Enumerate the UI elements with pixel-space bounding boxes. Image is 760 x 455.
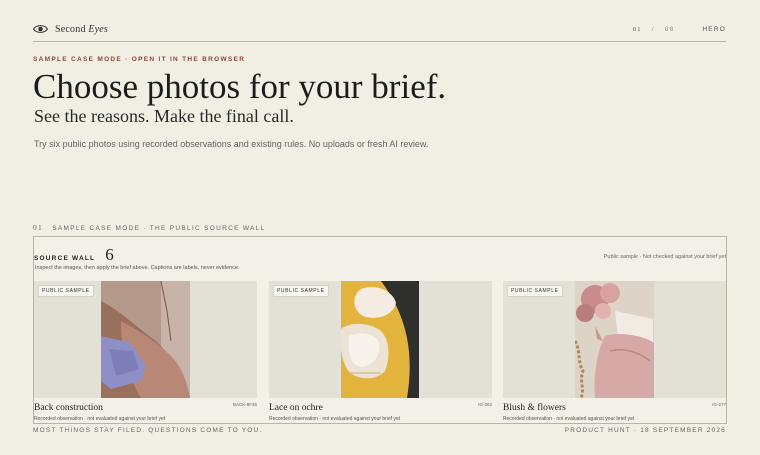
brand-logo[interactable]: Second Eyes — [33, 24, 108, 35]
photo-frame[interactable]: PUBLIC SAMPLE — [34, 281, 257, 398]
section-label: 01 SAMPLE CASE MODE · THE PUBLIC SOURCE … — [33, 223, 266, 232]
top-bar: Second Eyes 01 / 08 HERO — [33, 20, 726, 42]
source-wall: SOURCE WALL 6 Public sample · Not checke… — [33, 236, 727, 424]
brand-name: Second Eyes — [55, 24, 108, 35]
source-wall-count: 6 — [105, 245, 114, 264]
public-sample-badge: PUBLIC SAMPLE — [38, 285, 94, 297]
source-wall-subtitle: Inspect the images, then apply the brief… — [35, 265, 240, 271]
photo-card[interactable]: PUBLIC SAMPLE BACK-8F35 Back constructio… — [34, 281, 257, 422]
slide-total: 08 — [664, 25, 675, 33]
photo-lace-on-ochre — [341, 281, 419, 398]
source-wall-note: Public sample · Not checked against your… — [603, 254, 726, 260]
footer-event: PRODUCT HUNT · 18 SEPTEMBER 2026 — [564, 427, 726, 434]
hero-kicker: SAMPLE CASE MODE · OPEN IT IN THE BROWSE… — [33, 56, 246, 63]
slide-separator: / — [651, 25, 655, 33]
photo-blush-and-flowers — [575, 281, 654, 398]
section-title: SAMPLE CASE MODE · THE PUBLIC SOURCE WAL… — [52, 225, 266, 232]
photo-name: Lace on ochre — [269, 403, 323, 413]
photo-back-construction — [101, 281, 190, 398]
photo-observation: Recorded observation · not evaluated aga… — [34, 416, 166, 422]
footer: MOST THINGS STAY FILED. QUESTIONS COME T… — [33, 427, 726, 434]
section-number: 01 — [33, 223, 44, 232]
footer-tagline: MOST THINGS STAY FILED. QUESTIONS COME T… — [33, 427, 263, 434]
slide-indicator: 01 / 08 HERO — [633, 26, 726, 33]
photo-card[interactable]: PUBLIC SAMPLE IG-277 Blush & flowers Rec… — [503, 281, 726, 422]
public-sample-badge: PUBLIC SAMPLE — [273, 285, 329, 297]
source-wall-title: SOURCE WALL — [34, 255, 96, 262]
photo-frame[interactable]: PUBLIC SAMPLE — [269, 281, 492, 398]
photo-code: BACK-8F35 — [232, 402, 257, 407]
page-title: Choose photos for your brief. — [33, 67, 447, 106]
brand-name-part1: Second — [55, 23, 86, 35]
photo-name: Back construction — [34, 403, 103, 413]
photo-observation: Recorded observation · not evaluated aga… — [503, 416, 635, 422]
photo-card[interactable]: PUBLIC SAMPLE IG-282 Lace on ochre Recor… — [269, 281, 492, 422]
page-subtitle: See the reasons. Make the final call. — [34, 106, 294, 126]
photo-observation: Recorded observation · not evaluated aga… — [269, 416, 401, 422]
slide-current: 01 — [632, 25, 642, 33]
source-wall-header: SOURCE WALL 6 — [34, 245, 114, 265]
hero-lead: Try six public photos using recorded obs… — [34, 139, 429, 149]
photo-code: IG-282 — [478, 402, 492, 407]
photo-name: Blush & flowers — [503, 403, 566, 413]
photo-frame[interactable]: PUBLIC SAMPLE — [503, 281, 726, 398]
photo-code: IG-277 — [712, 402, 726, 407]
slide-section: HERO — [702, 25, 726, 33]
public-sample-badge: PUBLIC SAMPLE — [507, 285, 563, 297]
eye-icon — [33, 25, 48, 33]
brand-name-part2: Eyes — [88, 23, 109, 35]
